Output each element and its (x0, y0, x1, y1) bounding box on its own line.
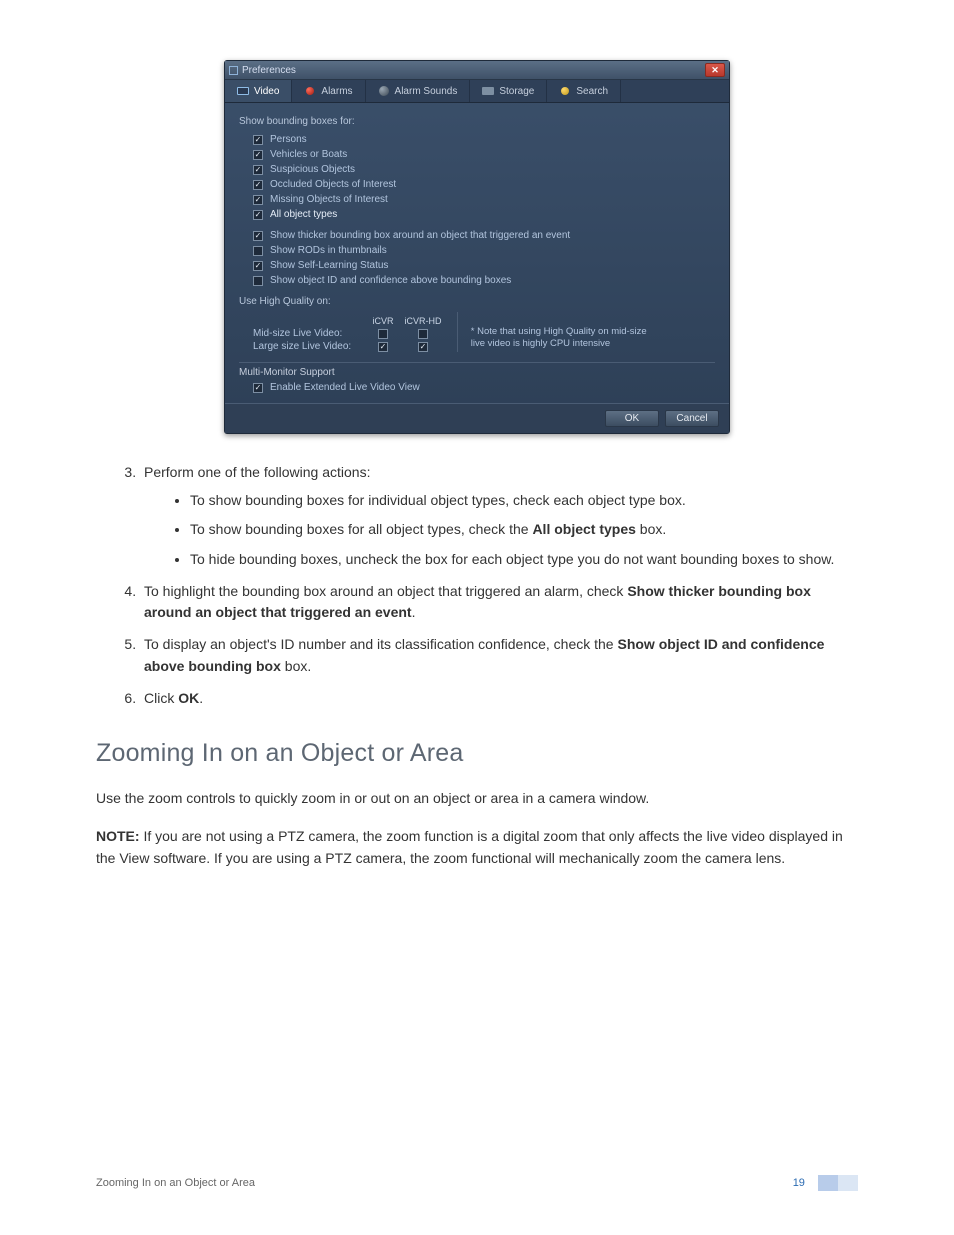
checkbox-suspicious[interactable]: Suspicious Objects (239, 162, 715, 177)
close-icon: ✕ (711, 65, 719, 76)
tab-alarms[interactable]: Alarms (292, 80, 365, 102)
checkbox-vehicles[interactable]: Vehicles or Boats (239, 147, 715, 162)
checkbox-object-id[interactable]: Show object ID and confidence above boun… (239, 273, 715, 288)
alarm-icon (304, 85, 316, 97)
search-icon (559, 85, 571, 97)
row-midsize-label: Mid-size Live Video: (253, 328, 363, 339)
quality-section-label: Use High Quality on: (239, 296, 715, 307)
storage-icon (482, 85, 494, 97)
checkbox-midsize-icvr[interactable] (378, 329, 388, 339)
checkbox-extended-view[interactable]: Enable Extended Live Video View (253, 380, 715, 395)
checkbox-icon (253, 195, 263, 205)
page-number: 19 (793, 1177, 805, 1189)
zoom-intro-paragraph: Use the zoom controls to quickly zoom in… (96, 788, 858, 810)
checkbox-self-learning[interactable]: Show Self-Learning Status (239, 258, 715, 273)
step-5: To display an object's ID number and its… (140, 634, 858, 677)
checkbox-icon (253, 276, 263, 286)
step-6: Click OK. (140, 688, 858, 710)
speaker-icon (378, 85, 390, 97)
dialog-footer: OK Cancel (225, 403, 729, 433)
multi-monitor-section-label: Multi-Monitor Support (239, 362, 715, 378)
column-icvr-hd: iCVR-HD (403, 316, 443, 326)
checkbox-thicker-box[interactable]: Show thicker bounding box around an obje… (239, 228, 715, 243)
checkbox-icon (253, 165, 263, 175)
checkbox-icon (253, 135, 263, 145)
checkbox-persons[interactable]: Persons (239, 132, 715, 147)
monitor-icon (237, 85, 249, 97)
bullet-2: To show bounding boxes for all object ty… (190, 519, 858, 541)
tab-video[interactable]: Video (225, 80, 292, 102)
step-4: To highlight the bounding box around an … (140, 581, 858, 624)
bullet-1: To show bounding boxes for individual ob… (190, 490, 858, 512)
checkbox-rods[interactable]: Show RODs in thumbnails (239, 243, 715, 258)
bullet-3: To hide bounding boxes, uncheck the box … (190, 549, 858, 571)
quality-note: * Note that using High Quality on mid-si… (461, 312, 661, 350)
checkbox-icon (253, 261, 263, 271)
checkbox-all-types[interactable]: All object types (239, 207, 715, 222)
checkbox-missing[interactable]: Missing Objects of Interest (239, 192, 715, 207)
checkbox-icon (253, 383, 263, 393)
checkbox-large-icvr[interactable] (378, 342, 388, 352)
checkbox-icon (253, 246, 263, 256)
tabs-bar: Video Alarms Alarm Sounds Storage Search (225, 80, 729, 103)
footer-title: Zooming In on an Object or Area (96, 1177, 255, 1189)
checkbox-midsize-icvrhd[interactable] (418, 329, 428, 339)
tab-storage[interactable]: Storage (470, 80, 547, 102)
row-large-label: Large size Live Video: (253, 341, 363, 352)
checkbox-icon (253, 150, 263, 160)
checkbox-icon (253, 180, 263, 190)
page-footer: Zooming In on an Object or Area 19 (96, 1175, 858, 1191)
preferences-dialog: Preferences ✕ Video Alarms Alarm Sounds … (224, 60, 730, 434)
checkbox-icon (253, 231, 263, 241)
checkbox-occluded[interactable]: Occluded Objects of Interest (239, 177, 715, 192)
zoom-note-paragraph: NOTE: If you are not using a PTZ camera,… (96, 826, 858, 869)
column-icvr: iCVR (363, 316, 403, 326)
tab-alarm-sounds[interactable]: Alarm Sounds (366, 80, 471, 102)
close-button[interactable]: ✕ (705, 63, 725, 77)
brand-logo-icon (818, 1175, 858, 1191)
bounding-box-section-label: Show bounding boxes for: (239, 116, 715, 127)
step-3: Perform one of the following actions: To… (140, 462, 858, 571)
tab-search[interactable]: Search (547, 80, 621, 102)
checkbox-large-icvrhd[interactable] (418, 342, 428, 352)
dialog-title: Preferences (242, 65, 705, 76)
instruction-list: Perform one of the following actions: To… (140, 462, 858, 709)
titlebar[interactable]: Preferences ✕ (225, 61, 729, 80)
ok-button[interactable]: OK (605, 410, 659, 427)
app-icon (229, 66, 238, 75)
quality-table: iCVR iCVR-HD Mid-size Live Video: Large … (239, 312, 458, 352)
checkbox-icon (253, 210, 263, 220)
cancel-button[interactable]: Cancel (665, 410, 719, 427)
section-heading-zoom: Zooming In on an Object or Area (96, 739, 858, 768)
